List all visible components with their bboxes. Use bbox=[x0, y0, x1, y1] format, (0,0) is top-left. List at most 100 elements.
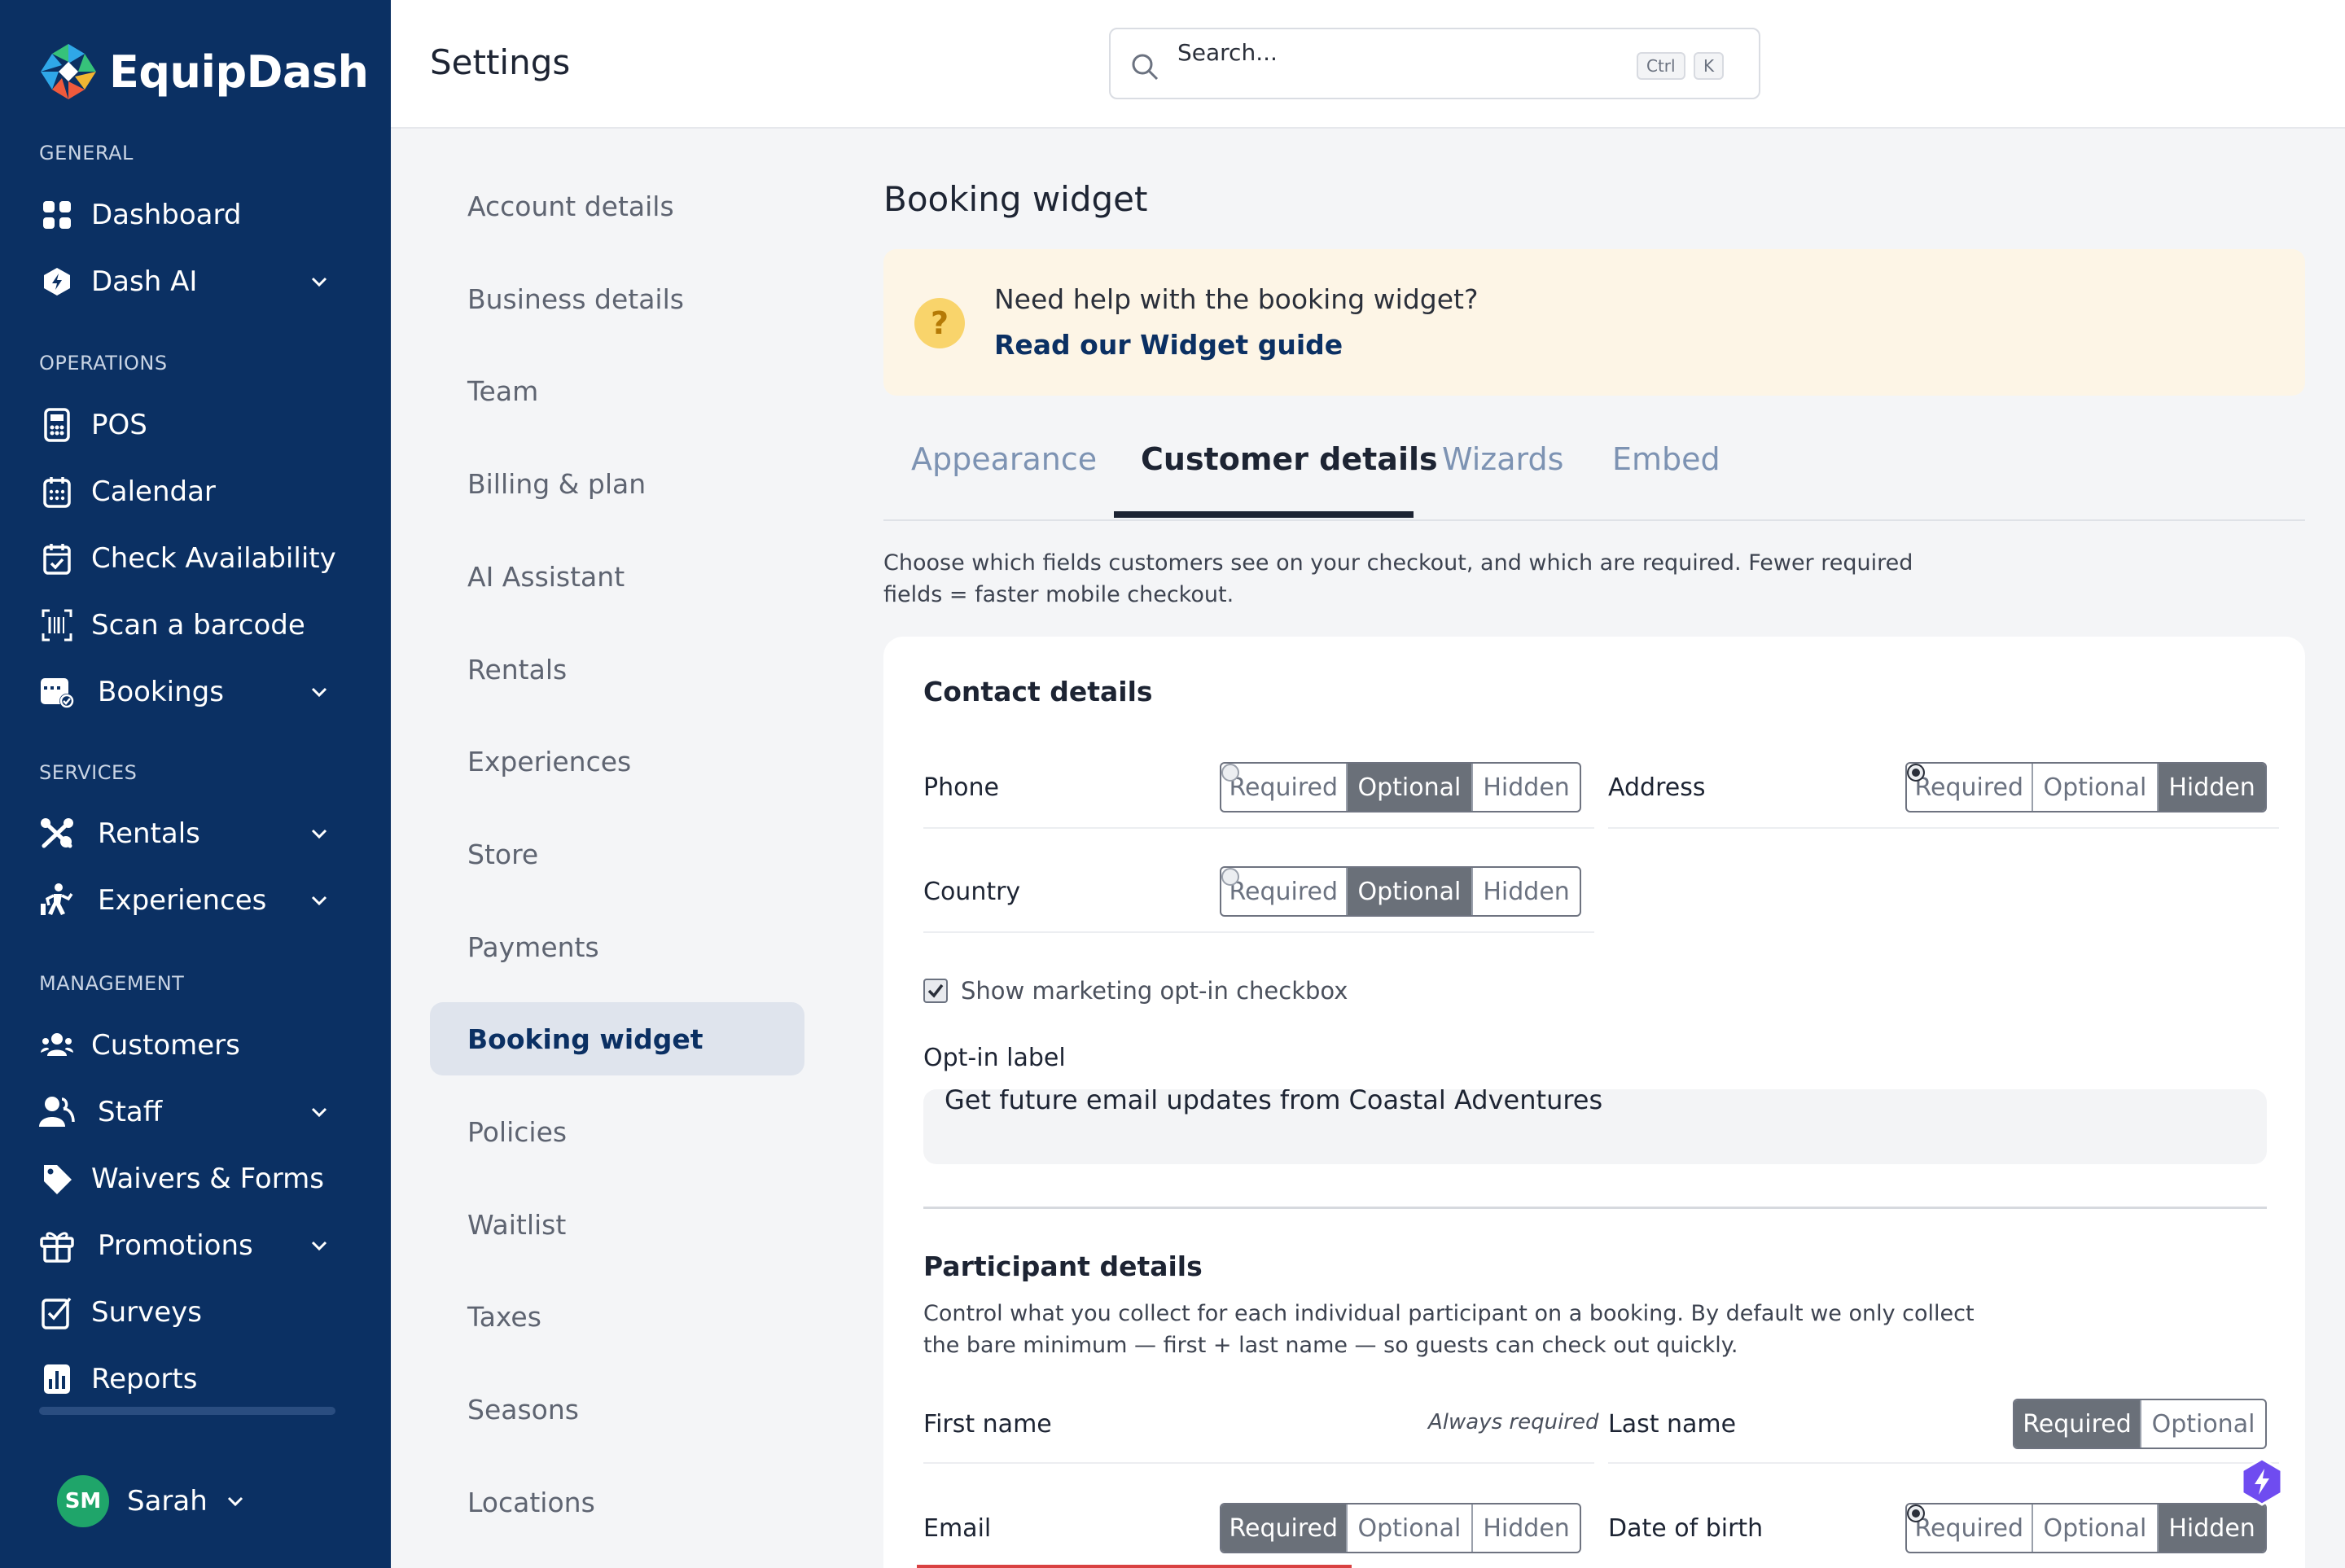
tab-wizards[interactable]: Wizards bbox=[1442, 441, 1563, 477]
sidebar-item-experiences[interactable]: Experiences bbox=[39, 874, 342, 926]
country-required-option[interactable]: Required bbox=[1221, 868, 1348, 915]
settings-nav-policies[interactable]: Policies bbox=[430, 1095, 804, 1168]
address-visibility-toggle[interactable]: Required Optional Hidden bbox=[1905, 762, 2267, 812]
bookings-icon bbox=[39, 674, 75, 710]
settings-nav-experiences[interactable]: Experiences bbox=[430, 725, 804, 798]
equipdash-logo-icon bbox=[37, 41, 99, 103]
email-required-option[interactable]: Required bbox=[1221, 1504, 1348, 1552]
settings-nav-account-details[interactable]: Account details bbox=[430, 169, 804, 243]
optin-label-input[interactable]: Get future email updates from Coastal Ad… bbox=[923, 1089, 2267, 1164]
marketing-optin-label[interactable]: Show marketing opt-in checkbox bbox=[961, 977, 1348, 1005]
chevron-down-icon[interactable] bbox=[309, 272, 329, 291]
always-required-note: Always required bbox=[1428, 1410, 1599, 1434]
search-input[interactable]: Search... Ctrl K bbox=[1109, 28, 1760, 99]
dob-hidden-option[interactable]: Hidden bbox=[2159, 1504, 2265, 1552]
grid-icon bbox=[39, 197, 75, 233]
sidebar-item-calendar[interactable]: Calendar bbox=[39, 466, 342, 518]
sidebar-item-customers[interactable]: Customers bbox=[39, 1019, 342, 1071]
sidebar-scrollbar[interactable] bbox=[39, 1407, 335, 1415]
sidebar-item-waivers-forms[interactable]: Waivers & Forms bbox=[39, 1153, 342, 1205]
sidebar-item-label: Check Availability bbox=[91, 542, 336, 575]
phone-optional-option[interactable]: Optional bbox=[1347, 764, 1474, 811]
calendar-icon bbox=[39, 474, 75, 510]
sidebar-item-scan-barcode[interactable]: Scan a barcode bbox=[39, 599, 342, 651]
sidebar-item-label: Reports bbox=[91, 1363, 198, 1395]
country-visibility-toggle[interactable]: Required Optional Hidden bbox=[1220, 866, 1581, 917]
sidebar-item-check-availability[interactable]: Check Availability bbox=[39, 532, 342, 585]
email-optional-option[interactable]: Optional bbox=[1348, 1504, 1474, 1552]
sidebar-item-promotions[interactable]: Promotions bbox=[39, 1220, 342, 1272]
quick-action-button[interactable] bbox=[2241, 1457, 2283, 1506]
avatar: SM bbox=[57, 1475, 109, 1527]
logo[interactable]: EquipDash bbox=[37, 41, 369, 103]
settings-nav-taxes[interactable]: Taxes bbox=[430, 1280, 804, 1353]
phone-visibility-toggle[interactable]: Required Optional Hidden bbox=[1220, 762, 1581, 812]
optin-label-title: Opt-in label bbox=[923, 1044, 1066, 1072]
participant-details-description: Control what you collect for each indivi… bbox=[923, 1301, 1975, 1358]
sidebar-item-reports[interactable]: Reports bbox=[39, 1353, 342, 1405]
sidebar-item-dash-ai[interactable]: Dash AI bbox=[39, 256, 342, 308]
dob-required-option[interactable]: Required bbox=[1907, 1504, 2033, 1552]
address-required-option[interactable]: Required bbox=[1907, 764, 2033, 811]
settings-nav-business-details[interactable]: Business details bbox=[430, 262, 804, 335]
settings-nav-ai-assistant[interactable]: AI Assistant bbox=[430, 540, 804, 613]
sidebar-item-bookings[interactable]: Bookings bbox=[39, 666, 342, 718]
section-label-services: SERVICES bbox=[39, 761, 138, 784]
sidebar-item-staff[interactable]: Staff bbox=[39, 1086, 342, 1138]
email-hidden-option[interactable]: Hidden bbox=[1473, 1504, 1580, 1552]
widget-guide-link[interactable]: Read our Widget guide bbox=[994, 329, 1343, 361]
sidebar-item-label: Waivers & Forms bbox=[91, 1163, 324, 1195]
row-divider bbox=[1608, 827, 2279, 829]
address-hidden-option[interactable]: Hidden bbox=[2159, 764, 2265, 811]
settings-nav-team[interactable]: Team bbox=[430, 354, 804, 427]
dob-radio-indicator bbox=[1907, 1504, 1925, 1522]
phone-hidden-option[interactable]: Hidden bbox=[1473, 764, 1580, 811]
sidebar-item-label: Staff bbox=[98, 1096, 163, 1128]
phone-required-option[interactable]: Required bbox=[1221, 764, 1348, 811]
user-menu[interactable]: SM Sarah bbox=[57, 1475, 245, 1527]
country-hidden-option[interactable]: Hidden bbox=[1473, 868, 1580, 915]
sidebar-item-label: Bookings bbox=[98, 676, 224, 708]
chevron-down-icon[interactable] bbox=[309, 1236, 329, 1255]
settings-nav-seasons[interactable]: Seasons bbox=[430, 1373, 804, 1446]
chevron-down-icon[interactable] bbox=[309, 1102, 329, 1122]
marketing-optin-checkbox[interactable] bbox=[923, 979, 948, 1003]
calendar-check-icon bbox=[39, 541, 75, 576]
settings-nav-store[interactable]: Store bbox=[430, 817, 804, 891]
last-name-optional-option[interactable]: Optional bbox=[2141, 1400, 2265, 1448]
date-of-birth-toggle[interactable]: Required Optional Hidden bbox=[1905, 1503, 2267, 1553]
user-name: Sarah bbox=[127, 1485, 208, 1518]
chevron-down-icon[interactable] bbox=[309, 682, 329, 702]
settings-nav-rentals[interactable]: Rentals bbox=[430, 633, 804, 706]
sidebar-item-label: Dashboard bbox=[91, 199, 242, 231]
last-name-required-option[interactable]: Required bbox=[2014, 1400, 2141, 1448]
email-toggle[interactable]: Required Optional Hidden bbox=[1220, 1503, 1581, 1553]
settings-nav-billing-plan[interactable]: Billing & plan bbox=[430, 447, 804, 520]
participant-details-title: Participant details bbox=[923, 1250, 1203, 1282]
settings-nav-locations[interactable]: Locations bbox=[430, 1465, 804, 1539]
chevron-down-icon[interactable] bbox=[309, 824, 329, 843]
country-optional-option[interactable]: Optional bbox=[1347, 868, 1474, 915]
tab-embed[interactable]: Embed bbox=[1612, 441, 1720, 477]
sidebar-item-pos[interactable]: POS bbox=[39, 399, 342, 451]
dob-optional-option[interactable]: Optional bbox=[2033, 1504, 2159, 1552]
help-banner: ? Need help with the booking widget? Rea… bbox=[883, 249, 2305, 396]
app-name: EquipDash bbox=[109, 46, 369, 98]
last-name-toggle[interactable]: Required Optional bbox=[2013, 1399, 2267, 1449]
tab-customer-details[interactable]: Customer details bbox=[1141, 441, 1438, 477]
settings-nav-waitlist[interactable]: Waitlist bbox=[430, 1188, 804, 1261]
address-label: Address bbox=[1608, 773, 1706, 802]
page-title: Settings bbox=[430, 42, 571, 82]
settings-nav-payments[interactable]: Payments bbox=[430, 910, 804, 983]
chevron-down-icon[interactable] bbox=[226, 1491, 245, 1511]
sidebar-item-surveys[interactable]: Surveys bbox=[39, 1286, 342, 1338]
lightning-icon bbox=[2241, 1457, 2283, 1506]
address-optional-option[interactable]: Optional bbox=[2033, 764, 2159, 811]
sidebar-item-rentals[interactable]: Rentals bbox=[39, 808, 342, 860]
chevron-down-icon[interactable] bbox=[309, 891, 329, 910]
row-divider bbox=[923, 827, 1594, 829]
settings-nav-booking-widget[interactable]: Booking widget bbox=[430, 1002, 804, 1075]
pos-terminal-icon bbox=[39, 407, 75, 443]
tab-appearance[interactable]: Appearance bbox=[911, 441, 1097, 477]
sidebar-item-dashboard[interactable]: Dashboard bbox=[39, 189, 342, 241]
